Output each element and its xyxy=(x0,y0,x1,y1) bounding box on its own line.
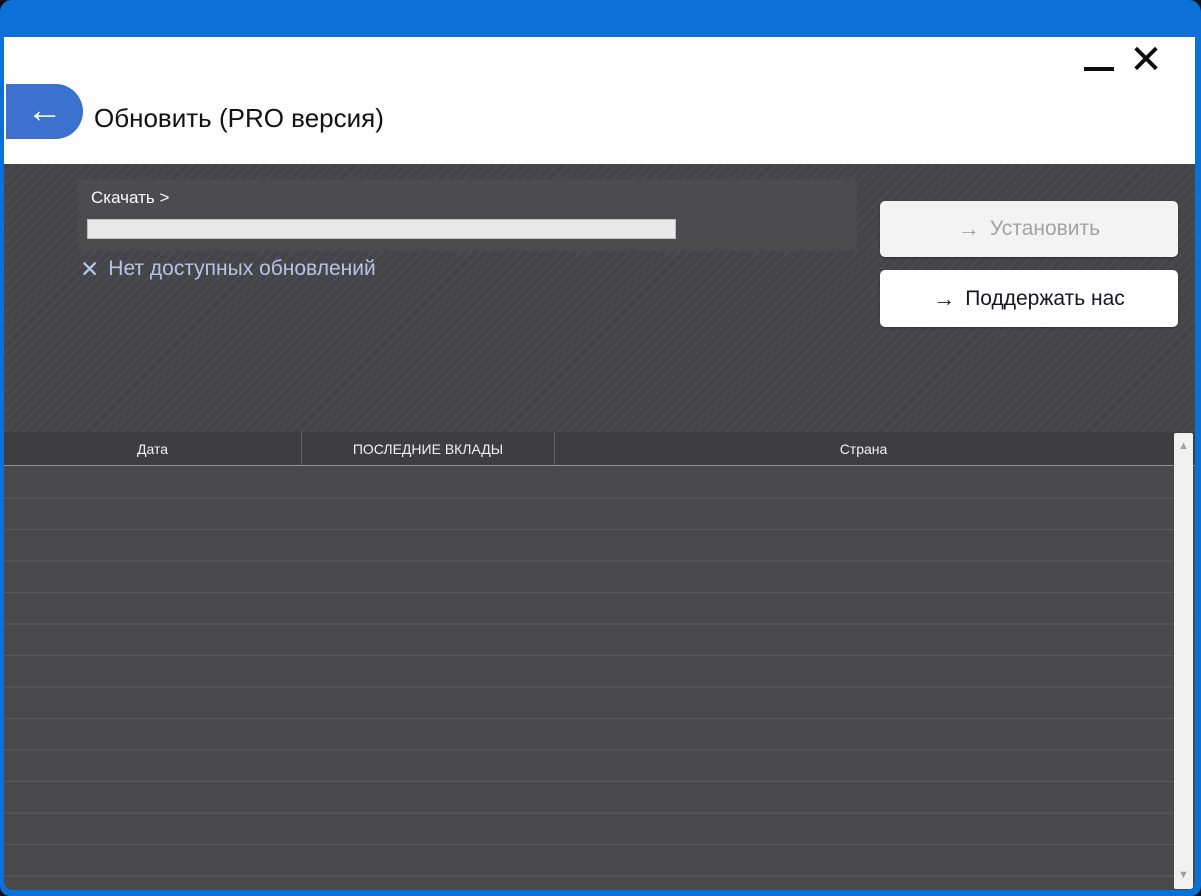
page-title: Обновить (PRO версия) xyxy=(94,101,384,135)
column-header-country[interactable]: Страна xyxy=(555,432,1172,465)
status-text: Нет доступных обновлений xyxy=(108,256,375,282)
update-section: Скачать > ✕ Нет доступных обновлений → У… xyxy=(4,164,1195,432)
window-titlebar[interactable] xyxy=(0,0,1201,37)
table-header-row: Дата ПОСЛЕДНИЕ ВКЛАДЫ Страна xyxy=(4,432,1195,466)
window-content: ← Обновить (PRO версия) ✕ Скачать > ✕ Не… xyxy=(4,37,1195,890)
column-header-date[interactable]: Дата xyxy=(4,432,302,465)
support-button-label: Поддержать нас xyxy=(965,287,1125,311)
table-scrollbar[interactable]: ▲ ▼ xyxy=(1174,433,1193,889)
support-arrow-icon: → xyxy=(933,286,955,312)
install-button-label: Установить xyxy=(990,217,1100,241)
download-label: Скачать > xyxy=(91,188,169,208)
minimize-icon xyxy=(1084,67,1114,71)
download-panel: Скачать > xyxy=(78,180,857,251)
install-button[interactable]: → Установить xyxy=(880,201,1178,257)
back-arrow-icon: ← xyxy=(27,92,63,128)
app-window: ← Обновить (PRO версия) ✕ Скачать > ✕ Не… xyxy=(0,0,1201,896)
support-button[interactable]: → Поддержать нас xyxy=(880,270,1178,327)
back-button[interactable]: ← xyxy=(6,84,83,139)
scroll-down-icon[interactable]: ▼ xyxy=(1178,870,1189,881)
column-header-deposits[interactable]: ПОСЛЕДНИЕ ВКЛАДЫ xyxy=(302,432,555,465)
update-status: ✕ Нет доступных обновлений xyxy=(80,256,376,282)
minimize-button[interactable] xyxy=(1082,49,1116,71)
no-updates-icon: ✕ xyxy=(80,256,99,282)
table-body xyxy=(4,467,1195,890)
app-header: ← Обновить (PRO версия) ✕ xyxy=(4,37,1195,164)
scroll-up-icon[interactable]: ▲ xyxy=(1178,441,1189,452)
download-progress-bar xyxy=(87,219,676,239)
updates-table: Дата ПОСЛЕДНИЕ ВКЛАДЫ Страна ▲ ▼ xyxy=(4,432,1195,890)
close-button[interactable]: ✕ xyxy=(1124,38,1168,82)
install-arrow-icon: → xyxy=(958,216,980,242)
